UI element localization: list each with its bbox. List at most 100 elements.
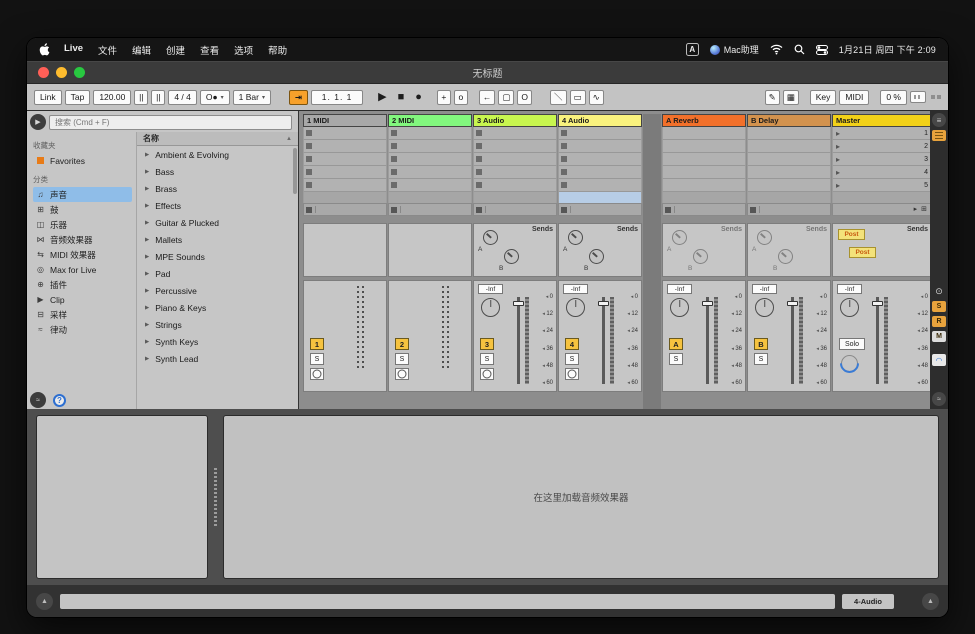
control-center-icon[interactable] bbox=[816, 45, 828, 55]
browser-list-item[interactable]: Piano & Keys bbox=[137, 299, 298, 316]
scene[interactable]: 5 bbox=[832, 179, 930, 192]
clip-slot[interactable] bbox=[558, 166, 642, 179]
send-a-post-toggle[interactable]: Post bbox=[838, 229, 865, 240]
track-header[interactable]: 2 MIDI bbox=[388, 114, 472, 127]
master-stop-row[interactable]: ▸ ⊞ bbox=[832, 203, 930, 216]
returns-toggle[interactable]: R bbox=[932, 316, 946, 327]
clip-slot[interactable] bbox=[303, 140, 387, 153]
pan-knob[interactable] bbox=[566, 298, 585, 317]
send-b-knob[interactable] bbox=[693, 249, 708, 264]
category-item[interactable]: ⇆ MIDI 效果器 bbox=[33, 247, 132, 262]
pan-knob[interactable] bbox=[670, 298, 689, 317]
pan-knob[interactable] bbox=[755, 298, 774, 317]
track-activator-button[interactable]: B bbox=[754, 338, 768, 350]
peak-level-display[interactable]: -Inf bbox=[752, 284, 777, 294]
automation-arm-button[interactable]: ▢ bbox=[498, 90, 514, 105]
solo-button[interactable]: S bbox=[669, 353, 683, 365]
overview-grid-icon[interactable]: ⊞ bbox=[921, 206, 927, 213]
volume-fader[interactable] bbox=[706, 297, 709, 384]
scrollbar[interactable] bbox=[293, 148, 297, 194]
category-item[interactable]: ⊕ 插件 bbox=[33, 277, 132, 292]
mixer-toggle[interactable]: M bbox=[932, 331, 946, 342]
menu-item[interactable]: 选项 bbox=[234, 43, 253, 57]
automation-curve-button[interactable]: ∿ bbox=[589, 90, 604, 105]
metronome-button[interactable]: O●▾ bbox=[200, 90, 230, 105]
track-header[interactable]: 1 MIDI bbox=[303, 114, 387, 127]
peak-level-display[interactable]: -Inf bbox=[478, 284, 503, 294]
volume-fader[interactable] bbox=[517, 297, 520, 384]
show-detail-toggle[interactable]: ▲ bbox=[922, 593, 939, 610]
category-item[interactable]: ◫ 乐器 bbox=[33, 217, 132, 232]
stop-all-clips-button[interactable] bbox=[473, 203, 557, 216]
browser-list-item[interactable]: Strings bbox=[137, 316, 298, 333]
clip-slot[interactable] bbox=[388, 127, 472, 140]
send-b-post-toggle[interactable]: Post bbox=[849, 247, 876, 258]
stop-all-clips-button[interactable] bbox=[388, 203, 472, 216]
stop-all-clips-button[interactable] bbox=[558, 203, 642, 216]
peak-level-display[interactable]: -Inf bbox=[667, 284, 692, 294]
reenable-automation-button[interactable]: O bbox=[517, 90, 532, 105]
overdub-button[interactable]: + bbox=[437, 90, 451, 105]
quantization-menu[interactable]: 1 Bar▾ bbox=[233, 90, 271, 105]
track-activator-button[interactable]: 2 bbox=[395, 338, 409, 350]
scene[interactable]: 1 bbox=[832, 127, 930, 140]
sends-toggle[interactable]: S bbox=[932, 301, 946, 312]
send-a-knob[interactable] bbox=[483, 230, 498, 245]
clip-slot[interactable] bbox=[388, 166, 472, 179]
send-a-knob[interactable] bbox=[672, 230, 687, 245]
category-item[interactable]: ⊟ 采样 bbox=[33, 307, 132, 322]
track-header[interactable]: 3 Audio bbox=[473, 114, 557, 127]
pencil-button[interactable]: ✎ bbox=[765, 90, 780, 105]
clip-slot[interactable] bbox=[388, 179, 472, 192]
send-b-knob[interactable] bbox=[504, 249, 519, 264]
browser-list-item[interactable]: Mallets bbox=[137, 231, 298, 248]
track-activator-button[interactable]: 1 bbox=[310, 338, 324, 350]
clip-slot[interactable] bbox=[558, 153, 642, 166]
apple-menu[interactable] bbox=[39, 43, 50, 56]
browser-list-item[interactable]: Guitar & Plucked bbox=[137, 214, 298, 231]
device-drop-area[interactable]: 在这里加载音频效果器 bbox=[223, 415, 939, 579]
fader-handle[interactable] bbox=[787, 301, 798, 306]
menu-item[interactable]: 查看 bbox=[200, 43, 219, 57]
scene[interactable]: 3 bbox=[832, 153, 930, 166]
play-button[interactable]: ▶ bbox=[374, 92, 390, 103]
peak-level-display[interactable]: -Inf bbox=[563, 284, 588, 294]
close-button[interactable] bbox=[38, 67, 49, 78]
clip-view-toggle[interactable]: ▭ bbox=[570, 90, 586, 105]
preview-volume-knob[interactable] bbox=[841, 355, 858, 372]
solo-button[interactable]: S bbox=[395, 353, 409, 365]
solo-button[interactable]: S bbox=[480, 353, 494, 365]
browser-list-item[interactable]: Effects bbox=[137, 197, 298, 214]
scene[interactable]: 4 bbox=[832, 166, 930, 179]
return-header[interactable]: B Delay bbox=[747, 114, 831, 127]
fader-handle[interactable] bbox=[513, 301, 524, 306]
master-header[interactable]: Master bbox=[832, 114, 930, 127]
category-item[interactable]: ⋈ 音频效果器 bbox=[33, 232, 132, 247]
panel-resize-grip[interactable] bbox=[211, 415, 220, 579]
browser-list-item[interactable]: Bass bbox=[137, 163, 298, 180]
stop-button[interactable]: ■ bbox=[394, 92, 409, 103]
arrangement-position-display[interactable]: 1. 1. 1 bbox=[311, 90, 363, 105]
browser-list-item[interactable]: Pad bbox=[137, 265, 298, 282]
browser-list-item[interactable]: Percussive bbox=[137, 282, 298, 299]
menu-item[interactable]: 文件 bbox=[98, 43, 117, 57]
browser-list-item[interactable]: MPE Sounds bbox=[137, 248, 298, 265]
clock[interactable]: 1月21日 周四 下午 2:09 bbox=[839, 43, 936, 56]
send-b-knob[interactable] bbox=[589, 249, 604, 264]
clip-slot[interactable] bbox=[558, 140, 642, 153]
minimize-button[interactable] bbox=[56, 67, 67, 78]
follow-button[interactable]: ⇥ bbox=[289, 90, 308, 105]
back-to-arrangement-button[interactable]: ← bbox=[479, 90, 496, 105]
scene[interactable]: 2 bbox=[832, 140, 930, 153]
clip-slot[interactable] bbox=[473, 179, 557, 192]
track-header[interactable]: 4 Audio bbox=[558, 114, 642, 127]
preview-toggle[interactable]: ◠ bbox=[932, 354, 946, 366]
nudge-down-button[interactable]: || bbox=[134, 90, 148, 105]
volume-fader[interactable] bbox=[876, 297, 879, 384]
record-button[interactable]: ● bbox=[411, 92, 426, 103]
solo-button[interactable]: S bbox=[754, 353, 768, 365]
menu-item[interactable]: 编辑 bbox=[132, 43, 151, 57]
send-b-knob[interactable] bbox=[778, 249, 793, 264]
browser-list-item[interactable]: Ambient & Evolving bbox=[137, 146, 298, 163]
arm-record-button[interactable] bbox=[480, 368, 494, 380]
